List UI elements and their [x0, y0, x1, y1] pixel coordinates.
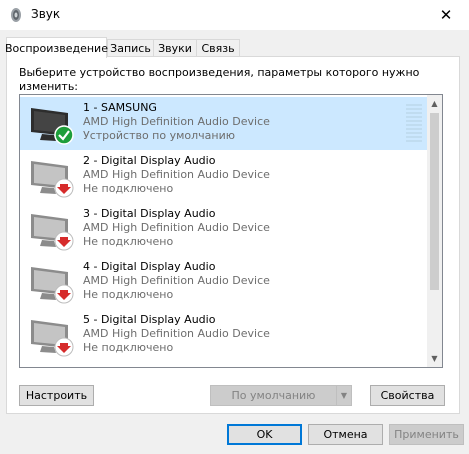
scroll-down-icon[interactable]: ▼ — [427, 350, 442, 367]
device-name: 3 - Digital Display Audio — [83, 207, 216, 220]
down-arrow-icon — [54, 178, 74, 198]
device-name: 2 - Digital Display Audio — [83, 154, 216, 167]
tab-label: Звуки — [158, 42, 192, 55]
ok-button[interactable]: OK — [227, 424, 302, 445]
close-icon: ✕ — [439, 6, 453, 24]
list-item-device[interactable]: 5 - Digital Display Audio AMD High Defin… — [20, 309, 428, 362]
tab-recording[interactable]: Запись — [107, 39, 154, 57]
playback-panel: Выберите устройство воспроизведения, пар… — [6, 56, 460, 414]
device-name: 5 - Digital Display Audio — [83, 313, 216, 326]
monitor-icon — [31, 320, 74, 357]
list-scrollbar[interactable]: ▲ ▼ — [427, 95, 442, 367]
apply-button[interactable]: Применить — [389, 424, 464, 445]
device-status: Устройство по умолчанию — [83, 129, 236, 142]
cancel-button[interactable]: Отмена — [308, 424, 383, 445]
device-status: Не подключено — [83, 341, 174, 354]
monitor-icon — [31, 161, 74, 198]
list-item-device[interactable]: 1 - SAMSUNG AMD High Definition Audio De… — [20, 97, 428, 150]
list-item-device[interactable]: 4 - Digital Display Audio AMD High Defin… — [20, 256, 428, 309]
list-item-device[interactable]: 2 - Digital Display Audio AMD High Defin… — [20, 150, 428, 203]
tab-sounds[interactable]: Звуки — [153, 39, 197, 57]
scrollbar-thumb[interactable] — [430, 113, 439, 290]
tab-communications[interactable]: Связь — [196, 39, 240, 57]
volume-meter — [406, 104, 422, 144]
check-icon — [54, 125, 74, 145]
properties-button[interactable]: Свойства — [370, 385, 445, 406]
down-arrow-icon — [54, 337, 74, 357]
instruction-text: Выберите устройство воспроизведения, пар… — [19, 66, 420, 93]
down-arrow-icon — [54, 231, 74, 251]
tab-label: Запись — [110, 42, 151, 55]
close-button[interactable]: ✕ — [423, 0, 469, 30]
device-description: AMD High Definition Audio Device — [83, 221, 270, 234]
device-name: 1 - SAMSUNG — [83, 101, 157, 114]
tab-label: Связь — [201, 42, 235, 55]
device-description: AMD High Definition Audio Device — [83, 115, 270, 128]
speaker-icon — [11, 8, 21, 22]
set-default-button[interactable]: По умолчанию — [210, 385, 337, 406]
tab-label: Воспроизведение — [5, 41, 108, 55]
chevron-down-icon: ▼ — [340, 391, 348, 400]
device-description: AMD High Definition Audio Device — [83, 327, 270, 340]
title-bar: Звук ✕ — [0, 0, 469, 30]
device-description: AMD High Definition Audio Device — [83, 274, 270, 287]
monitor-icon — [31, 214, 74, 251]
tab-playback[interactable]: Воспроизведение — [5, 37, 108, 58]
list-item-device[interactable]: 3 - Digital Display Audio AMD High Defin… — [20, 203, 428, 256]
device-status: Не подключено — [83, 288, 174, 301]
scroll-up-icon[interactable]: ▲ — [427, 95, 442, 112]
monitor-icon — [31, 108, 74, 145]
monitor-icon — [31, 267, 74, 304]
set-default-dropdown[interactable]: ▼ — [336, 385, 352, 406]
configure-button[interactable]: Настроить — [19, 385, 94, 406]
device-status: Не подключено — [83, 182, 174, 195]
device-description: AMD High Definition Audio Device — [83, 168, 270, 181]
down-arrow-icon — [54, 284, 74, 304]
window-title: Звук — [31, 7, 61, 21]
device-list[interactable]: 1 - SAMSUNG AMD High Definition Audio De… — [19, 94, 443, 368]
device-status: Не подключено — [83, 235, 174, 248]
device-name: 4 - Digital Display Audio — [83, 260, 216, 273]
